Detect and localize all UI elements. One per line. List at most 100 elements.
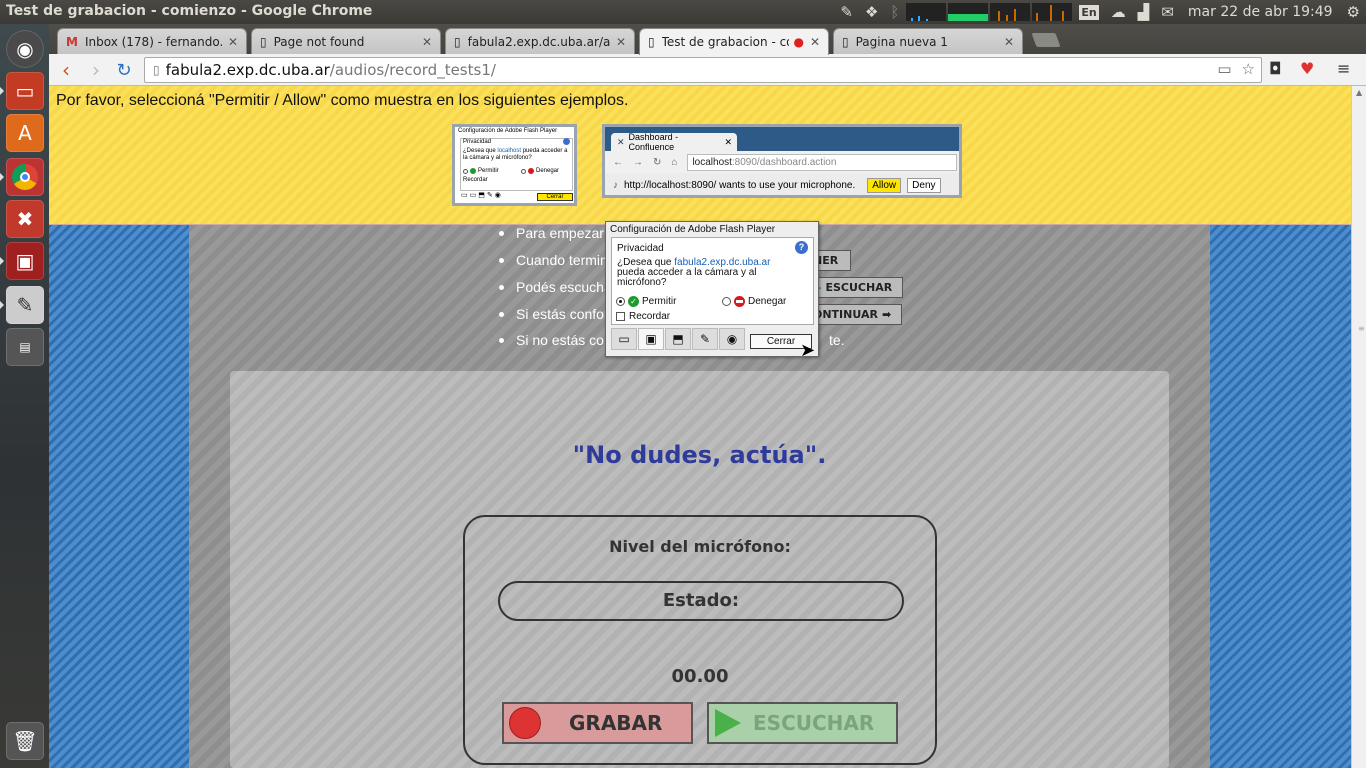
mic-level-label: Nivel del micrófono: [609, 537, 791, 556]
browser-window: M Inbox (178) - fernando.bu ✕ ▯ Page not… [49, 24, 1366, 768]
example-deny: Denegar [536, 168, 560, 174]
deny-radio[interactable] [722, 297, 731, 306]
running-indicator [0, 173, 4, 181]
memory-graph[interactable] [948, 3, 989, 21]
escuchar-small-button[interactable]: ▶ESCUCHAR [806, 277, 903, 298]
tab-inbox[interactable]: M Inbox (178) - fernando.bu ✕ [57, 28, 247, 54]
extension-icon[interactable]: ♥ [1300, 59, 1314, 78]
network-signal-icon[interactable]: ▟ [1138, 3, 1150, 21]
privacy-tab-icon[interactable]: ▣ [638, 328, 664, 350]
tab-page-not-found[interactable]: ▯ Page not found ✕ [251, 28, 441, 54]
dash-home-icon[interactable]: ◉ [6, 30, 44, 68]
page-icon: ▯ [842, 34, 849, 49]
storage-tab-icon[interactable]: ⬒ [665, 328, 691, 350]
example-tab: Dashboard - Confluence [628, 132, 679, 152]
system-tray: ✎ ❖ ᛒ En ☁ ▟ ✉ mar 22 de abr 19:49 ⚙ [834, 0, 1366, 24]
remember-option[interactable]: Recordar [616, 311, 670, 322]
example-close: Cerrar [537, 193, 573, 201]
tool-icon[interactable]: ✎ [840, 3, 853, 21]
back-button[interactable]: ‹ [53, 57, 79, 83]
phrase-to-read: "No dudes, actúa". [572, 441, 827, 469]
load-graph[interactable] [1032, 3, 1073, 21]
close-icon[interactable]: ✕ [422, 35, 432, 49]
page-icon: ▯ [648, 35, 655, 49]
example-url-host: localhost [692, 156, 732, 168]
deny-option[interactable]: Denegar [722, 296, 786, 307]
deny-icon [734, 296, 745, 307]
software-center-icon[interactable]: A [6, 114, 44, 152]
pocket-icon[interactable]: ◘ [1269, 59, 1282, 78]
privacy-heading: Privacidad [617, 243, 664, 254]
system-top-bar: Test de grabacion - comienzo - Google Ch… [0, 0, 1366, 24]
status-field: Estado: [498, 581, 904, 621]
cloud-icon[interactable]: ☁ [1111, 3, 1126, 21]
close-icon[interactable]: ✕ [616, 35, 626, 49]
window-title: Test de grabacion - comienzo - Google Ch… [6, 3, 373, 19]
camera-tab-icon[interactable]: ◉ [719, 328, 745, 350]
address-bar[interactable]: ▯ fabula2.exp.dc.uba.ar/audios/record_te… [144, 57, 1262, 83]
tab-fabula-admin[interactable]: ▯ fabula2.exp.dc.uba.ar/adm ✕ [445, 28, 635, 54]
page-scrollbar[interactable]: ▲ ≡ [1351, 86, 1366, 768]
example-url-path: :8090/dashboard.action [731, 156, 837, 168]
recorder-panel: Nivel del micrófono: Estado: 00.00 GRABA… [463, 515, 937, 765]
bluetooth-icon[interactable]: ᛒ [890, 3, 899, 21]
new-tab-button[interactable] [1031, 33, 1061, 47]
page-icon: ▯ [153, 63, 160, 77]
close-icon[interactable]: ✕ [228, 35, 238, 49]
terminal-icon[interactable]: ▣ [6, 242, 44, 280]
permission-banner: Por favor, seleccioná "Permitir / Allow"… [49, 86, 1351, 225]
microphone-tab-icon[interactable]: ✎ [692, 328, 718, 350]
check-icon: ✓ [628, 296, 639, 307]
record-button[interactable]: GRABAR [502, 702, 693, 744]
file-manager-icon[interactable]: ▭ [6, 72, 44, 110]
tab-title: Test de grabacion - cor [661, 35, 790, 49]
allow-radio[interactable] [616, 297, 625, 306]
tab-test-grabacion[interactable]: ▯ Test de grabacion - cor ● ✕ [639, 28, 829, 55]
menu-icon[interactable]: ≡ [1337, 59, 1350, 78]
close-icon[interactable]: ✕ [810, 35, 820, 49]
url-path: /audios/record_tests1/ [329, 61, 496, 79]
chrome-icon[interactable] [6, 158, 44, 196]
network-graph[interactable] [990, 3, 1031, 21]
clock[interactable]: mar 22 de abr 19:49 [1188, 4, 1333, 20]
unity-launcher: ◉ ▭ A ✖ ▣ ✎ ▤ 🗑 [0, 24, 49, 768]
scroll-up-icon[interactable]: ▲ [1356, 88, 1362, 97]
bookmark-star-icon[interactable]: ☆ [1242, 60, 1255, 78]
workspace-switcher-icon[interactable]: ▤ [6, 328, 44, 366]
list-item: Si estás confor [499, 306, 609, 322]
continuar-button[interactable]: ONTINUAR ➡ [806, 304, 902, 325]
privacy-panel: Privacidad ? ¿Desea que fabula2.exp.dc.u… [611, 237, 814, 325]
cpu-graph[interactable] [906, 3, 947, 21]
display-tab-icon[interactable]: ▭ [611, 328, 637, 350]
mouse-pointer-icon: ➤ [800, 340, 816, 361]
access-question: ¿Desea que fabula2.exp.dc.uba.ar pueda a… [617, 257, 771, 288]
text-editor-icon[interactable]: ✎ [6, 286, 44, 324]
gear-icon[interactable]: ⚙ [1347, 3, 1360, 21]
help-icon[interactable]: ? [795, 241, 808, 254]
page-icon: ▯ [454, 34, 461, 49]
mail-icon[interactable]: ✉ [1161, 3, 1174, 21]
trash-icon[interactable]: 🗑 [6, 722, 44, 760]
example-title: Configuración de Adobe Flash Player [458, 128, 558, 134]
close-icon[interactable]: ✕ [1004, 35, 1014, 49]
listen-button[interactable]: ESCUCHAR [707, 702, 898, 744]
forward-button[interactable]: › [83, 57, 109, 83]
camera-mic-icon[interactable]: ▭ [1217, 60, 1231, 78]
arrow-right-icon: ➡ [881, 308, 892, 321]
dropbox-icon[interactable]: ❖ [865, 3, 878, 21]
timer: 00.00 [671, 666, 729, 687]
allow-option[interactable]: ✓ Permitir [616, 296, 676, 307]
keyboard-layout-indicator[interactable]: En [1079, 4, 1099, 20]
example-allow-button: Allow [867, 177, 902, 193]
list-item-tail: te. [829, 332, 845, 348]
reload-button[interactable]: ↻ [111, 57, 137, 83]
tab-title: Inbox (178) - fernando.bu [84, 34, 222, 49]
gmail-icon: M [66, 34, 78, 49]
system-settings-icon[interactable]: ✖ [6, 200, 44, 238]
remember-checkbox[interactable] [616, 312, 625, 321]
record-icon [509, 707, 541, 739]
tab-pagina-nueva[interactable]: ▯ Pagina nueva 1 ✕ [833, 28, 1023, 54]
running-indicator [0, 257, 4, 265]
scroll-thumb[interactable]: ≡ [1358, 324, 1365, 333]
running-indicator [0, 301, 4, 309]
